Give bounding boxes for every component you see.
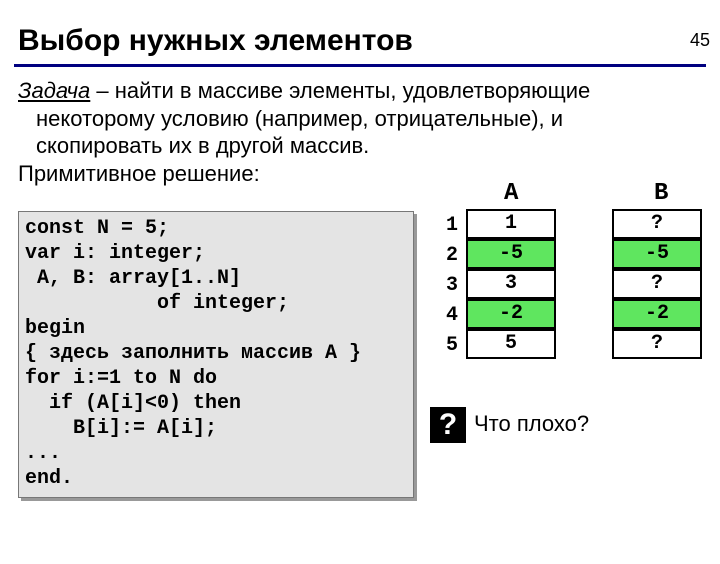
content-area: Задача – найти в массиве элементы, удовл… <box>18 77 702 187</box>
task-label: Задача <box>18 78 90 103</box>
column-header-a: A <box>504 179 518 209</box>
title-rule <box>14 64 706 67</box>
column-header-b: B <box>654 179 668 209</box>
cell-b: -2 <box>612 299 702 329</box>
task-line-1: Задача – найти в массиве элементы, удовл… <box>18 77 702 105</box>
cell-a: -5 <box>466 239 556 269</box>
task-text-3: скопировать их в другой массив. <box>18 132 702 160</box>
primitive-label: Примитивное решение: <box>18 160 702 188</box>
code-block: const N = 5; var i: integer; A, B: array… <box>18 211 414 498</box>
row-index: 1 <box>430 213 458 238</box>
page-number: 45 <box>690 30 710 51</box>
slide-title: Выбор нужных элементов <box>18 24 702 58</box>
task-text-1: – найти в массиве элементы, удовлетворяю… <box>90 78 590 103</box>
row-index: 3 <box>430 273 458 298</box>
cell-b: ? <box>612 329 702 359</box>
question-mark-icon: ? <box>430 407 466 443</box>
cell-a: -2 <box>466 299 556 329</box>
row-index: 4 <box>430 303 458 328</box>
cell-a: 5 <box>466 329 556 359</box>
cell-a: 1 <box>466 209 556 239</box>
row-index: 5 <box>430 333 458 358</box>
question-box: ? Что плохо? <box>430 407 589 443</box>
question-text: Что плохо? <box>474 411 589 436</box>
cell-b: ? <box>612 209 702 239</box>
task-text-2: некоторому условию (например, отрицатель… <box>18 105 702 133</box>
row-index: 2 <box>430 243 458 268</box>
cell-a: 3 <box>466 269 556 299</box>
cell-b: -5 <box>612 239 702 269</box>
cell-b: ? <box>612 269 702 299</box>
